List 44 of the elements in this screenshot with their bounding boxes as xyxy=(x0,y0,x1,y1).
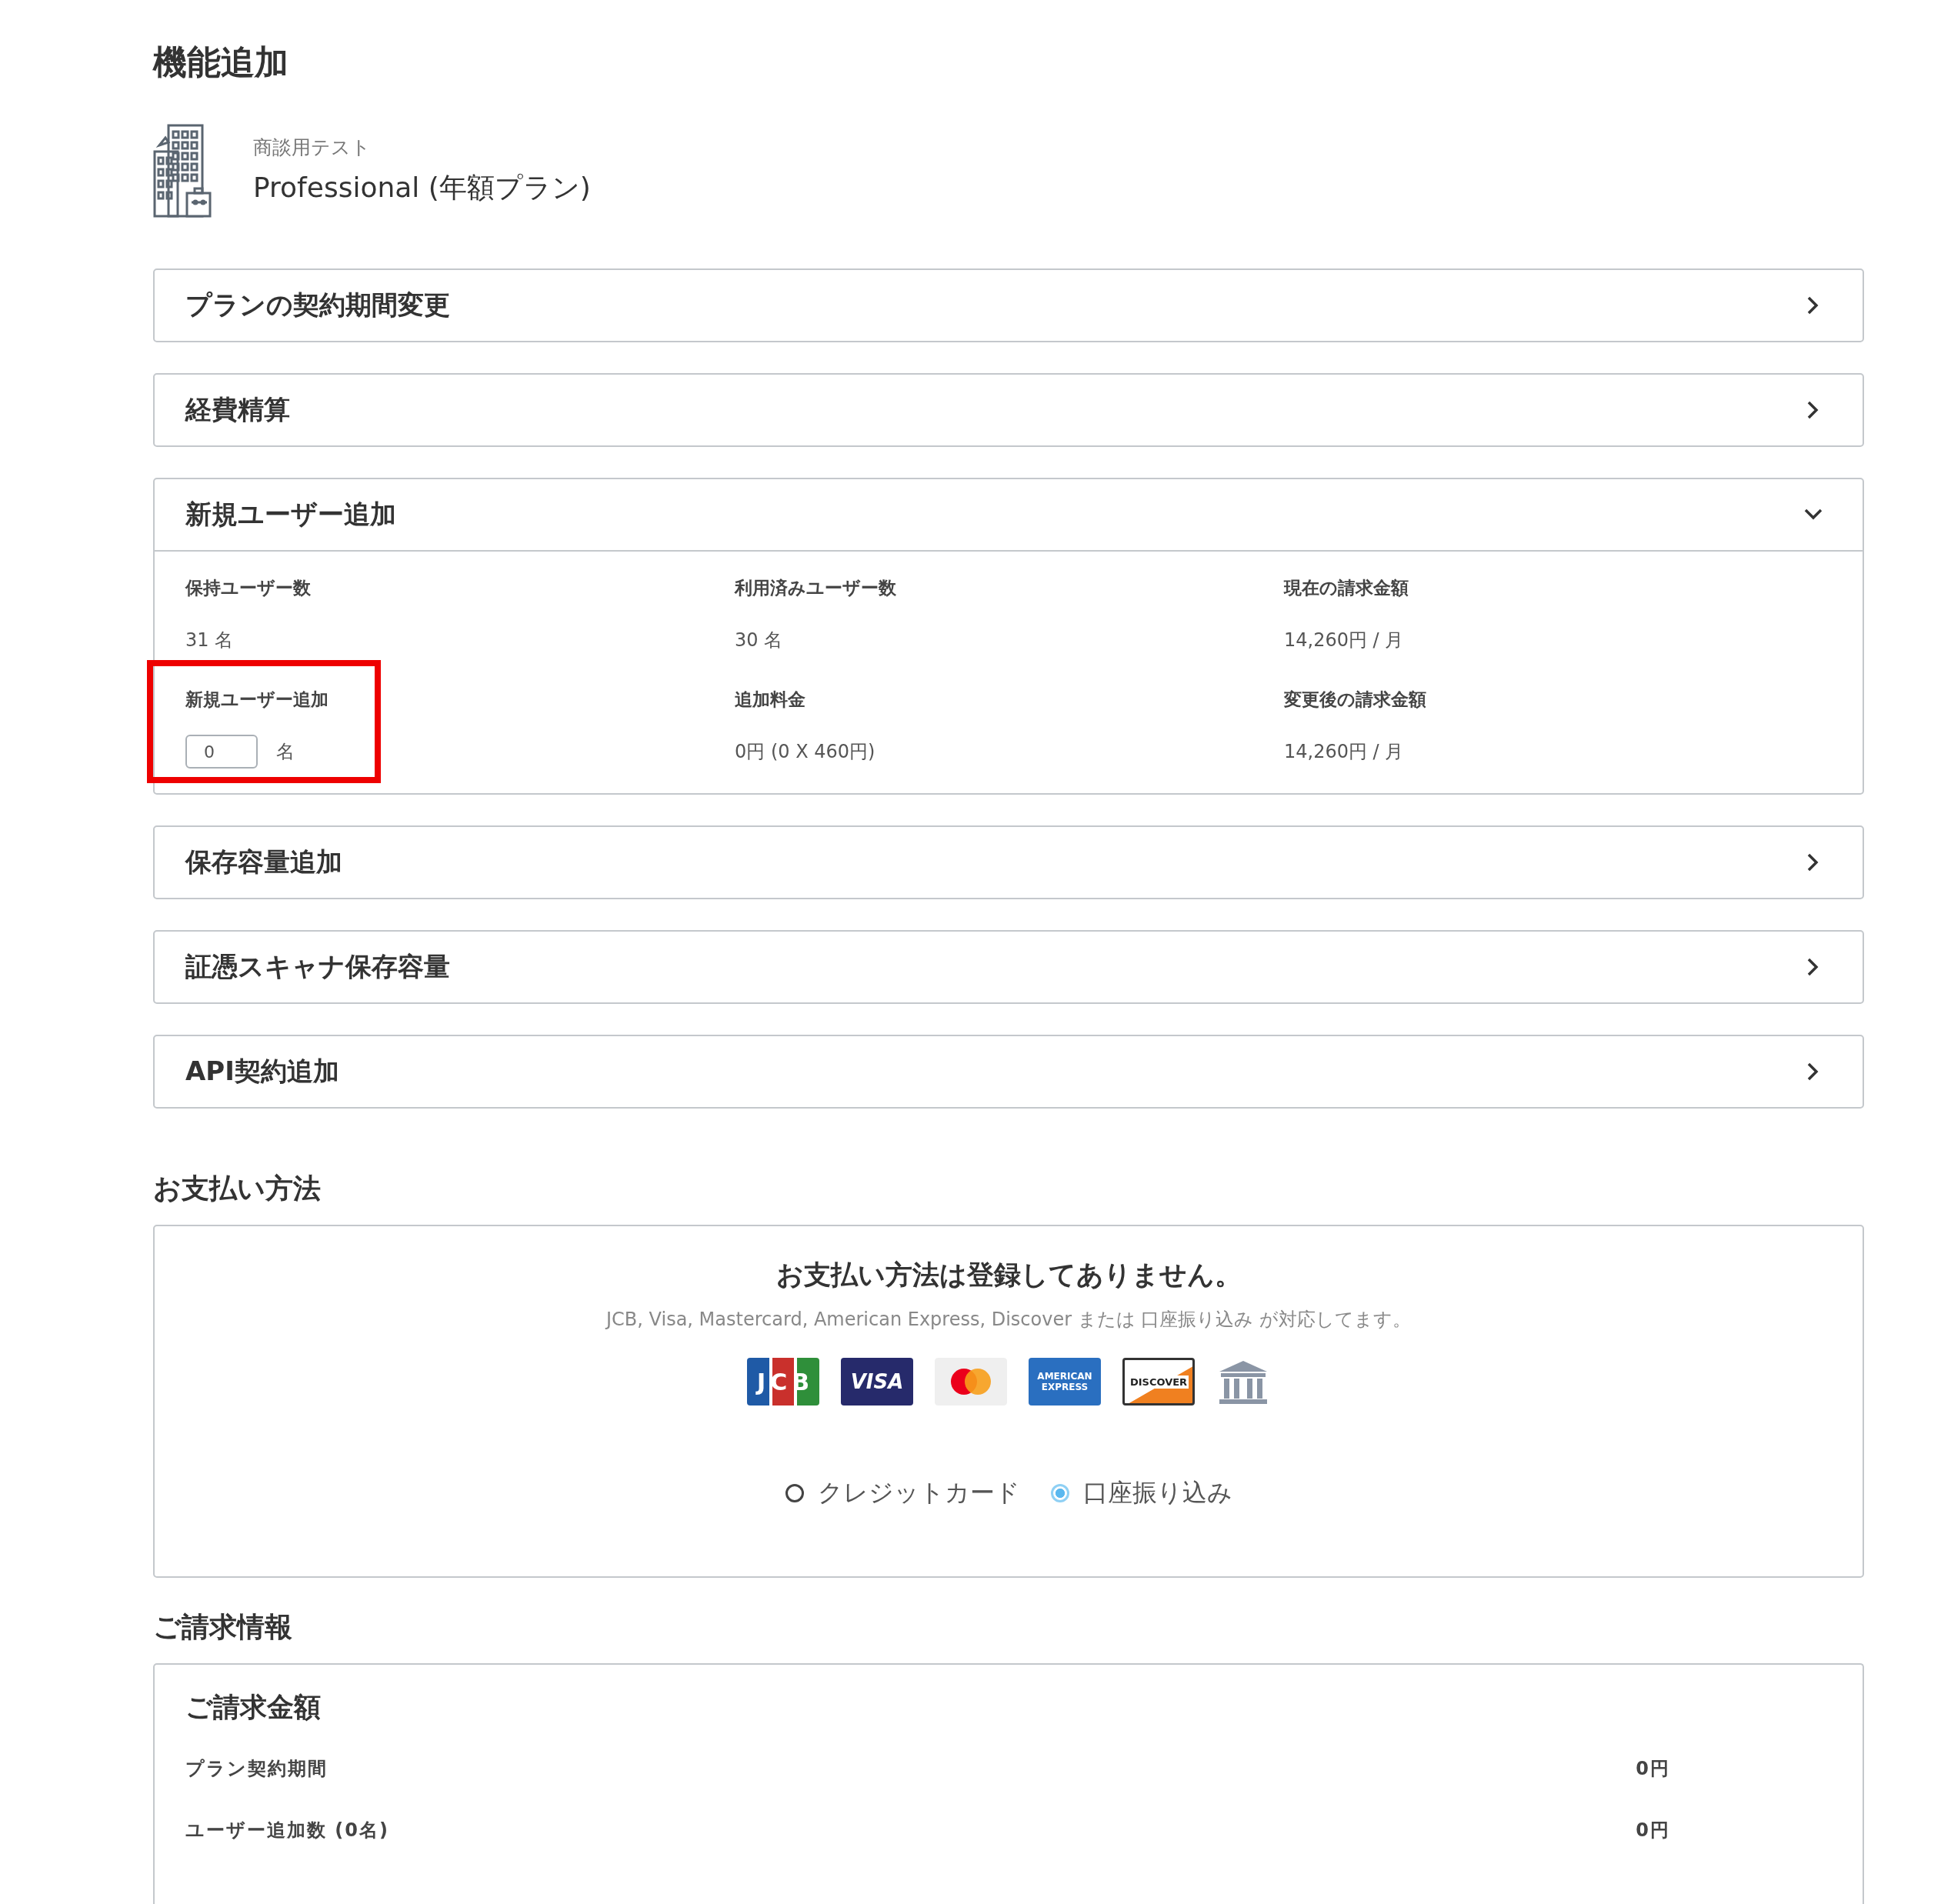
field-label: 現在の請求金額 xyxy=(1284,577,1409,599)
field-label: 変更後の請求金額 xyxy=(1284,689,1427,711)
radio-option[interactable]: 口座振り込み xyxy=(1050,1476,1232,1510)
payment-message: お支払い方法は登録してありません。 xyxy=(775,1259,1242,1292)
payment-note: JCB, Visa, Mastercard, American Express, Discover または 口座振り込み が対応してます。 xyxy=(606,1308,1411,1332)
field-value: 30 名 xyxy=(735,629,784,652)
accordion-header[interactable]: 経費精算 xyxy=(155,375,1863,445)
field-value: 0円 (0 X 460円) xyxy=(735,740,876,764)
field-label: 新規ユーザー追加 xyxy=(185,689,329,711)
section-title: 保存容量追加 xyxy=(185,845,342,879)
section-heading: ご請求情報 xyxy=(153,1610,293,1644)
field-label: 追加料金 xyxy=(735,689,806,711)
section-title: API契約追加 xyxy=(185,1055,339,1088)
office-building-icon xyxy=(153,122,213,219)
company-name: 商談用テスト xyxy=(253,135,372,160)
amex-logo: AMERICAN EXPRESS xyxy=(1029,1358,1101,1405)
section-heading: お支払い方法 xyxy=(153,1172,322,1205)
accordion-header[interactable]: プランの契約期間変更 xyxy=(155,270,1863,341)
section-title: 新規ユーザー追加 xyxy=(185,498,396,531)
section-title: プランの契約期間変更 xyxy=(185,288,450,322)
field-value: 14,260円 / 月 xyxy=(1284,629,1405,652)
unit-label: 名 xyxy=(276,740,295,764)
visa-logo: VISA xyxy=(841,1358,913,1405)
accordion-header[interactable]: 新規ユーザー追加 xyxy=(155,479,1863,552)
plan-name: Professional (年額プラン) xyxy=(253,171,591,205)
radio-option[interactable]: クレジットカード xyxy=(785,1476,1020,1510)
field-value: 31 名 xyxy=(185,629,235,652)
field-label: 利用済みユーザー数 xyxy=(735,577,897,599)
billing-amount: 0円 xyxy=(1636,1819,1670,1842)
billing-amount: 0円 xyxy=(1636,1757,1670,1781)
page-title: 機能追加 xyxy=(153,42,289,83)
field-value: 14,260円 / 月 xyxy=(1284,740,1405,764)
accordion-header[interactable]: 証憑スキャナ保存容量 xyxy=(155,932,1863,1002)
accordion-header[interactable]: API契約追加 xyxy=(155,1036,1863,1107)
section-title: 経費精算 xyxy=(185,393,290,426)
section-title: 証憑スキャナ保存容量 xyxy=(185,950,450,983)
discover-logo: DISCOVER xyxy=(1122,1358,1195,1405)
billing-label: ユーザー追加数 (0名) xyxy=(185,1819,389,1842)
radio-button[interactable] xyxy=(785,1484,804,1502)
accordion-header[interactable]: 保存容量追加 xyxy=(155,827,1863,898)
billing-label: プラン契約期間 xyxy=(185,1757,328,1781)
number-input[interactable]: 0 xyxy=(185,735,258,769)
card-title: ご請求金額 xyxy=(185,1691,322,1724)
field-label: 保持ユーザー数 xyxy=(185,577,312,599)
